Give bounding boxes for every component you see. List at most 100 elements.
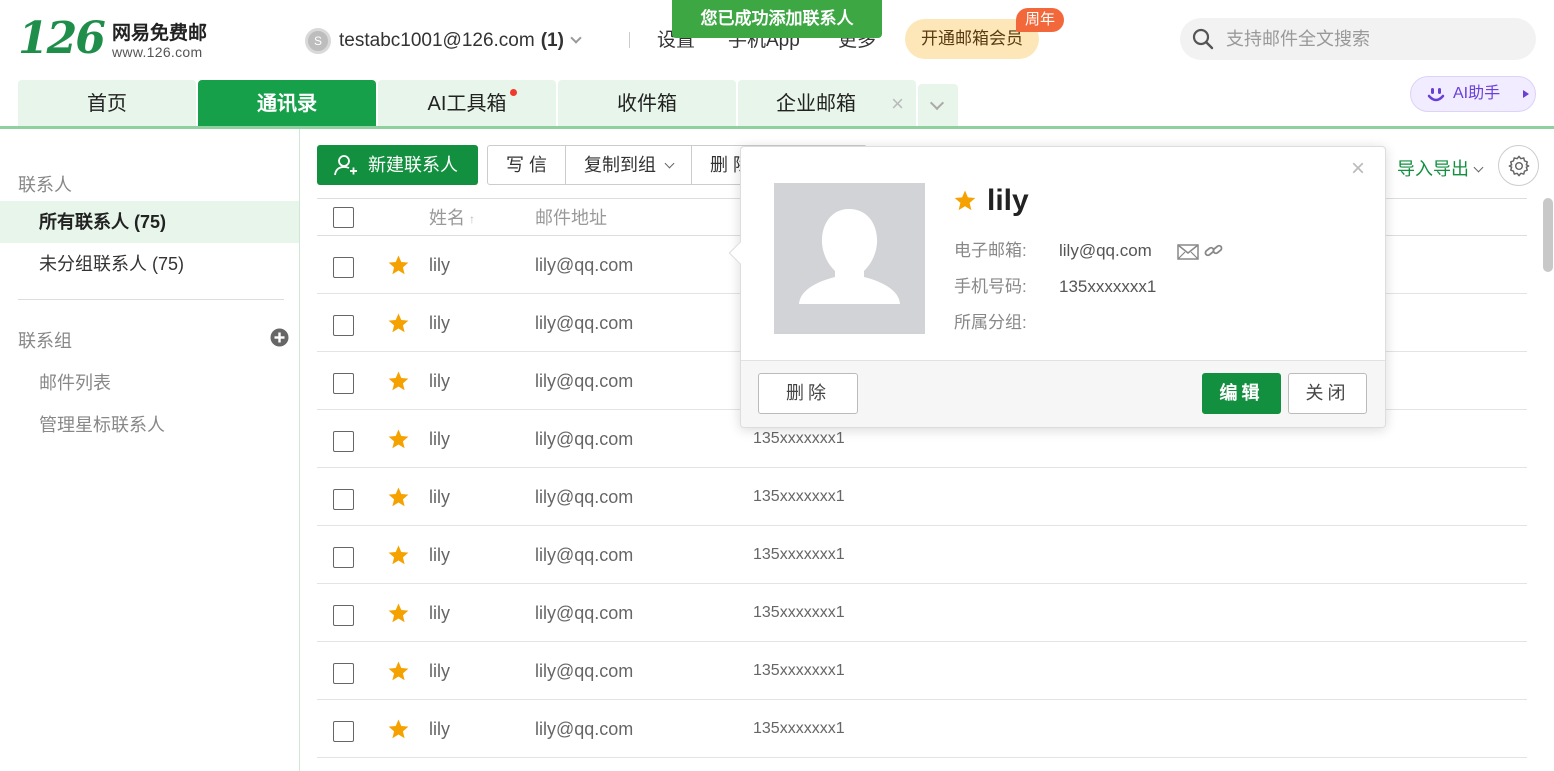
star-icon[interactable] — [387, 602, 410, 625]
account-email: testabc1001@126.com — [339, 30, 535, 51]
row-checkbox[interactable] — [333, 547, 354, 568]
ai-assistant-button[interactable]: AI助手 — [1410, 76, 1536, 112]
table-row[interactable]: lily lily@qq.com 135xxxxxxx1 — [317, 468, 1527, 526]
star-icon[interactable] — [387, 486, 410, 509]
row-checkbox[interactable] — [333, 373, 354, 394]
row-checkbox[interactable] — [333, 721, 354, 742]
contact-email-cell[interactable]: lily@qq.com — [535, 410, 633, 468]
account-menu[interactable]: S testabc1001@126.com (1) — [305, 28, 582, 54]
tab-contacts[interactable]: 通讯录 — [198, 80, 376, 126]
row-checkbox[interactable] — [333, 489, 354, 510]
select-all-checkbox[interactable] — [333, 207, 354, 228]
link-icon[interactable] — [1203, 240, 1225, 262]
notification-dot — [510, 89, 517, 96]
ai-face-icon — [1427, 88, 1445, 102]
star-icon[interactable] — [387, 312, 410, 335]
scrollbar-track[interactable] — [1541, 196, 1554, 771]
contact-name-cell[interactable]: lily — [429, 468, 450, 526]
contact-email-cell[interactable]: lily@qq.com — [535, 468, 633, 526]
tab-home[interactable]: 首页 — [18, 80, 196, 126]
copy-to-group-button[interactable]: 复制到组 — [566, 146, 693, 184]
contact-email-cell[interactable]: lily@qq.com — [535, 642, 633, 700]
star-icon[interactable] — [387, 718, 410, 741]
table-row[interactable]: lily lily@qq.com 135xxxxxxx1 — [317, 526, 1527, 584]
chevron-down-icon — [1473, 162, 1484, 173]
mail-icon[interactable] — [1177, 243, 1199, 261]
star-icon[interactable] — [387, 544, 410, 567]
chevron-down-icon — [664, 158, 675, 169]
table-row[interactable]: lily lily@qq.com 135xxxxxxx1 — [317, 642, 1527, 700]
tab-inbox[interactable]: 收件箱 — [558, 80, 736, 126]
header: 126 网易免费邮 www.126.com S testabc1001@126.… — [0, 0, 1554, 112]
contact-name-cell[interactable]: lily — [429, 236, 450, 294]
add-group-icon[interactable] — [270, 328, 289, 347]
new-contact-button[interactable]: 新建联系人 — [317, 145, 478, 185]
contact-name-cell[interactable]: lily — [429, 642, 450, 700]
row-checkbox[interactable] — [333, 315, 354, 336]
contact-email-cell[interactable]: lily@qq.com — [535, 526, 633, 584]
contact-name-cell[interactable]: lily — [429, 700, 450, 758]
ai-assistant-label: AI助手 — [1453, 85, 1501, 102]
row-checkbox[interactable] — [333, 257, 354, 278]
write-mail-button[interactable]: 写 信 — [488, 146, 567, 184]
tab-label: 企业邮箱 — [776, 93, 856, 115]
settings-button[interactable] — [1498, 145, 1539, 186]
sort-arrow-icon: ↑ — [469, 212, 475, 227]
star-icon[interactable] — [387, 370, 410, 393]
search-box[interactable] — [1180, 18, 1536, 60]
contact-detail-popup: × lily 电子邮箱: lily@qq.com 手机号码: 135xxxxxx… — [728, 146, 1386, 428]
tab-label: 通讯录 — [257, 93, 317, 115]
chevron-down-icon — [929, 95, 945, 111]
contact-phone-cell: 135xxxxxxx1 — [753, 662, 845, 679]
star-icon[interactable] — [387, 254, 410, 277]
contact-email-cell[interactable]: lily@qq.com — [535, 236, 633, 294]
contact-email-cell[interactable]: lily@qq.com — [535, 584, 633, 642]
star-icon[interactable] — [387, 660, 410, 683]
gear-icon — [1508, 155, 1530, 177]
table-row[interactable]: lily lily@qq.com 135xxxxxxx1 — [317, 700, 1527, 758]
phone-label: 手机号码: — [954, 277, 1027, 296]
unread-count: (1) — [540, 30, 564, 51]
import-export-menu[interactable]: 导入导出 — [1397, 155, 1484, 181]
sidebar: 联系人 所有联系人 (75) 未分组联系人 (75) 联系组 邮件列表 管理星标… — [0, 129, 300, 771]
tab-label: 首页 — [87, 93, 127, 115]
divider — [629, 32, 630, 48]
sidebar-item-ungrouped[interactable]: 未分组联系人 (75) — [0, 243, 299, 285]
contact-email-cell[interactable]: lily@qq.com — [535, 352, 633, 410]
row-checkbox[interactable] — [333, 431, 354, 452]
new-contact-label: 新建联系人 — [368, 155, 458, 175]
contact-phone-cell: 135xxxxxxx1 — [753, 604, 845, 621]
person-silhouette-icon — [799, 209, 900, 304]
chevron-down-icon — [570, 32, 582, 44]
tabs-more-button[interactable] — [918, 84, 958, 126]
delete-contact-button[interactable]: 删除 — [758, 373, 858, 414]
contact-email-cell[interactable]: lily@qq.com — [535, 700, 633, 758]
sidebar-item-manage-starred[interactable]: 管理星标联系人 — [39, 411, 165, 437]
close-icon[interactable]: × — [1351, 155, 1365, 183]
star-icon[interactable] — [387, 428, 410, 451]
contact-name-cell[interactable]: lily — [429, 352, 450, 410]
tab-enterprise-mail[interactable]: 企业邮箱 × — [738, 80, 916, 126]
edit-contact-button[interactable]: 编辑 — [1202, 373, 1281, 414]
tab-ai-toolbox[interactable]: AI工具箱 — [378, 80, 556, 126]
sidebar-item-mail-list[interactable]: 邮件列表 — [39, 369, 111, 395]
contact-name-cell[interactable]: lily — [429, 294, 450, 352]
star-icon[interactable] — [953, 189, 977, 213]
table-row[interactable]: lily lily@qq.com 135xxxxxxx1 — [317, 584, 1527, 642]
contact-phone-cell: 135xxxxxxx1 — [753, 720, 845, 737]
popup-footer: 删除 编辑 关闭 — [741, 360, 1385, 427]
sidebar-item-all-contacts[interactable]: 所有联系人 (75) — [0, 201, 299, 243]
name-column-header[interactable]: 姓名 ↑ — [429, 199, 475, 238]
search-input[interactable] — [1226, 18, 1526, 60]
logo-number: 126 — [18, 13, 106, 64]
close-popup-button[interactable]: 关闭 — [1288, 373, 1367, 414]
scrollbar-thumb[interactable] — [1543, 198, 1553, 272]
contact-email-cell[interactable]: lily@qq.com — [535, 294, 633, 352]
close-icon[interactable]: × — [891, 80, 904, 128]
row-checkbox[interactable] — [333, 663, 354, 684]
contact-name-cell[interactable]: lily — [429, 584, 450, 642]
contact-name-cell[interactable]: lily — [429, 526, 450, 584]
name-header-label: 姓名 — [429, 208, 465, 228]
row-checkbox[interactable] — [333, 605, 354, 626]
contact-name-cell[interactable]: lily — [429, 410, 450, 468]
